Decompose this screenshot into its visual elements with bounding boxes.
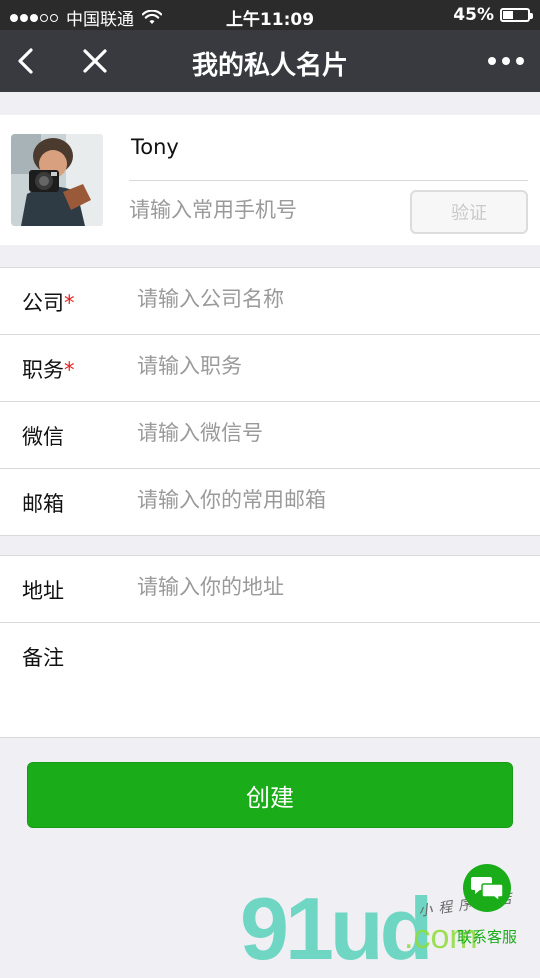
address-row: 地址 xyxy=(0,556,540,623)
email-input[interactable] xyxy=(137,488,497,512)
nav-bar: 我的私人名片 xyxy=(0,30,540,92)
battery-icon xyxy=(500,8,533,22)
address-label: 地址 xyxy=(22,579,64,603)
avatar-photo xyxy=(11,134,103,226)
status-bar-right: 45% xyxy=(453,5,533,25)
create-button[interactable]: 创建 xyxy=(27,762,513,828)
battery-fill xyxy=(503,11,513,19)
position-row: 职务* xyxy=(0,335,540,402)
company-input[interactable] xyxy=(137,287,497,311)
wechat-label: 微信 xyxy=(22,425,64,449)
more-dots-icon xyxy=(488,57,496,65)
chevron-left-icon xyxy=(18,48,33,74)
remarks-row: 备注 xyxy=(0,623,540,737)
wechat-row: 微信 xyxy=(0,402,540,469)
close-button[interactable] xyxy=(76,42,114,80)
profile-card: Tony 验证 xyxy=(0,115,540,245)
required-marker: * xyxy=(64,358,75,382)
company-row: 公司* xyxy=(0,268,540,335)
form-group-work-info: 公司* 职务* 微信 邮箱 xyxy=(0,267,540,536)
battery-percent: 45% xyxy=(453,5,494,25)
form-group-extra: 地址 备注 xyxy=(0,555,540,738)
address-input[interactable] xyxy=(137,575,497,599)
email-row: 邮箱 xyxy=(0,469,540,535)
profile-name: Tony xyxy=(131,135,179,159)
email-label: 邮箱 xyxy=(22,492,64,516)
remarks-input[interactable] xyxy=(137,641,521,729)
status-bar: 中国联通 上午11:09 45% xyxy=(0,0,540,30)
avatar[interactable] xyxy=(11,134,103,226)
verify-button[interactable]: 验证 xyxy=(410,190,528,234)
phone-input[interactable] xyxy=(129,198,389,222)
remarks-label: 备注 xyxy=(22,646,64,670)
contact-service-label: 联系客服 xyxy=(456,928,517,946)
more-button[interactable] xyxy=(488,50,524,72)
close-icon xyxy=(83,49,107,73)
chat-bubbles-icon xyxy=(463,864,511,912)
contact-service-button[interactable]: 联系客服 xyxy=(447,862,527,946)
position-input[interactable] xyxy=(137,354,497,378)
divider xyxy=(129,180,528,181)
required-marker: * xyxy=(64,291,75,315)
company-label: 公司* xyxy=(22,291,75,315)
back-button[interactable] xyxy=(10,42,46,80)
wechat-input[interactable] xyxy=(137,421,497,445)
position-label: 职务* xyxy=(22,358,75,382)
